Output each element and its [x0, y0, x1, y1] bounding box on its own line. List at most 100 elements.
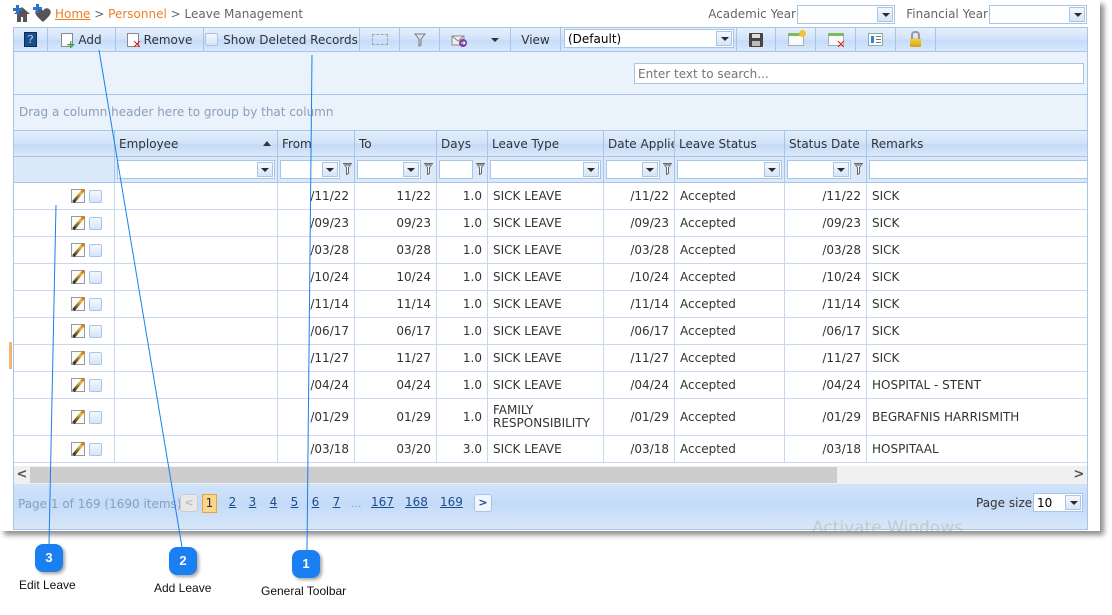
table-row[interactable]: /11/27 11/27 1.0 SICK LEAVE/11/27 Accepted/1…	[14, 345, 1087, 372]
group-by-panel[interactable]: Drag a column header here to group by th…	[13, 95, 1088, 130]
column-header-from[interactable]: From	[277, 131, 354, 156]
pager-page-7[interactable]: 7	[328, 494, 345, 513]
edit-pencil-icon[interactable]	[71, 243, 85, 257]
pager-page-4[interactable]: 4	[265, 494, 282, 513]
row-select-checkbox[interactable]	[89, 324, 102, 338]
lock-button[interactable]	[896, 28, 936, 51]
remove-button[interactable]: ✕ Remove	[116, 28, 204, 51]
breadcrumb-personnel[interactable]: Personnel	[108, 7, 167, 21]
chevron-down-icon[interactable]	[642, 162, 658, 177]
chevron-down-icon[interactable]	[583, 162, 599, 177]
edit-pencil-icon[interactable]	[71, 351, 85, 365]
pager-next-button[interactable]: >	[474, 494, 492, 512]
page-size-dropdown[interactable]: 10	[1033, 493, 1083, 512]
filter-input-days[interactable]	[439, 160, 473, 179]
financial-year-dropdown[interactable]	[989, 5, 1087, 24]
filter-input-status-date[interactable]	[787, 160, 851, 179]
card-view-button[interactable]	[360, 28, 400, 51]
delete-view-button[interactable]: ✕	[816, 28, 856, 51]
row-select-checkbox[interactable]	[89, 243, 102, 257]
show-deleted-records-checkbox[interactable]: Show Deleted Records	[204, 28, 360, 51]
search-input[interactable]	[634, 63, 1084, 84]
column-header-remarks[interactable]: Remarks	[866, 131, 1087, 156]
edit-pencil-icon[interactable]	[71, 189, 85, 203]
checkbox-icon[interactable]	[205, 33, 219, 46]
filter-input-remarks[interactable]	[869, 160, 1087, 179]
scrollbar-thumb[interactable]	[30, 467, 837, 483]
horizontal-scrollbar[interactable]: < >	[13, 466, 1088, 484]
row-select-checkbox[interactable]	[89, 270, 102, 284]
home-favourites-logo-icon[interactable]	[12, 4, 54, 24]
column-header-to[interactable]: To	[354, 131, 436, 156]
pager-page-167[interactable]: 167	[371, 494, 394, 513]
filter-options-icon[interactable]	[853, 163, 864, 176]
row-select-checkbox[interactable]	[89, 297, 102, 311]
pager-page-3[interactable]: 3	[244, 494, 261, 513]
filter-input-leave-status[interactable]	[677, 160, 782, 179]
chevron-down-icon[interactable]	[764, 162, 780, 177]
row-select-checkbox[interactable]	[89, 410, 102, 424]
column-chooser-button[interactable]	[856, 28, 896, 51]
table-row[interactable]: /09/23 09/23 1.0 SICK LEAVE/09/23 Accepted/0…	[14, 210, 1087, 237]
column-header-leave-type[interactable]: Leave Type	[487, 131, 603, 156]
table-row[interactable]: /11/14 11/14 1.0 SICK LEAVE/11/14 Accepted/1…	[14, 291, 1087, 318]
filter-input-leave-type[interactable]	[490, 160, 601, 179]
table-row[interactable]: /06/17 06/17 1.0 SICK LEAVE/06/17 Accepted/0…	[14, 318, 1087, 345]
row-select-checkbox[interactable]	[89, 189, 102, 203]
row-select-checkbox[interactable]	[89, 378, 102, 392]
table-row[interactable]: /03/18 03/20 3.0 SICK LEAVE/03/18 Accepted/0…	[14, 436, 1087, 463]
column-header-date-applied[interactable]: Date Applied	[603, 131, 674, 156]
table-row[interactable]: /01/29 01/29 1.0 FAMILY RESPONSIBILITY/01/2…	[14, 399, 1087, 436]
filter-input-to[interactable]	[357, 160, 421, 179]
breadcrumb-home-link[interactable]: Home	[55, 7, 90, 21]
chevron-down-icon[interactable]	[491, 37, 499, 42]
table-row[interactable]: /04/24 04/24 1.0 SICK LEAVE/04/24 Accepted/0…	[14, 372, 1087, 399]
filter-options-icon[interactable]	[342, 163, 353, 176]
pager-page-1[interactable]: 1	[202, 494, 217, 513]
edit-pencil-icon[interactable]	[71, 378, 85, 392]
edit-pencil-icon[interactable]	[71, 324, 85, 338]
chevron-down-icon[interactable]	[322, 162, 338, 177]
edit-pencil-icon[interactable]	[71, 297, 85, 311]
chevron-down-icon[interactable]	[877, 7, 893, 22]
filter-input-employee[interactable]	[117, 160, 275, 179]
filter-button[interactable]	[400, 28, 440, 51]
save-view-button[interactable]	[736, 28, 776, 51]
pager-prev-button[interactable]: <	[180, 494, 198, 512]
academic-year-dropdown[interactable]	[797, 5, 895, 24]
chevron-down-icon[interactable]	[1065, 495, 1081, 510]
column-header-days[interactable]: Days	[436, 131, 487, 156]
row-select-checkbox[interactable]	[89, 351, 102, 365]
filter-input-from[interactable]	[280, 160, 340, 179]
table-row[interactable]: /03/28 03/28 1.0 SICK LEAVE/03/28 Accepted/0…	[14, 237, 1087, 264]
column-header-leave-status[interactable]: Leave Status	[674, 131, 784, 156]
filter-options-icon[interactable]	[423, 163, 434, 176]
filter-options-icon[interactable]	[475, 163, 486, 176]
chevron-down-icon[interactable]	[257, 162, 273, 177]
table-row[interactable]: /10/24 10/24 1.0 SICK LEAVE/10/24 Accepted/1…	[14, 264, 1087, 291]
edit-pencil-icon[interactable]	[71, 270, 85, 284]
scroll-left-arrow[interactable]: <	[14, 466, 30, 484]
chevron-down-icon[interactable]	[403, 162, 419, 177]
edit-pencil-icon[interactable]	[71, 410, 85, 424]
help-button[interactable]: ?	[14, 28, 48, 51]
pager-page-169[interactable]: 169	[440, 494, 463, 513]
new-view-button[interactable]	[776, 28, 816, 51]
column-header-status-date[interactable]: Status Date	[784, 131, 866, 156]
table-row[interactable]: /11/22 11/22 1.0 SICK LEAVE/11/22 Accepted/1…	[14, 183, 1087, 210]
sort-ascending-icon[interactable]	[263, 141, 271, 146]
row-select-checkbox[interactable]	[89, 442, 102, 456]
export-mail-button[interactable]	[440, 28, 511, 51]
pager-page-5[interactable]: 5	[286, 494, 303, 513]
pager-page-168[interactable]: 168	[405, 494, 428, 513]
add-button[interactable]: + Add	[48, 28, 116, 51]
chevron-down-icon[interactable]	[1069, 7, 1085, 22]
view-dropdown[interactable]: (Default)	[564, 29, 734, 48]
filter-options-icon[interactable]	[662, 163, 673, 176]
edit-pencil-icon[interactable]	[71, 216, 85, 230]
chevron-down-icon[interactable]	[716, 31, 732, 46]
scroll-right-arrow[interactable]: >	[1071, 466, 1087, 484]
chevron-down-icon[interactable]	[833, 162, 849, 177]
edit-pencil-icon[interactable]	[71, 442, 85, 456]
row-select-checkbox[interactable]	[89, 216, 102, 230]
